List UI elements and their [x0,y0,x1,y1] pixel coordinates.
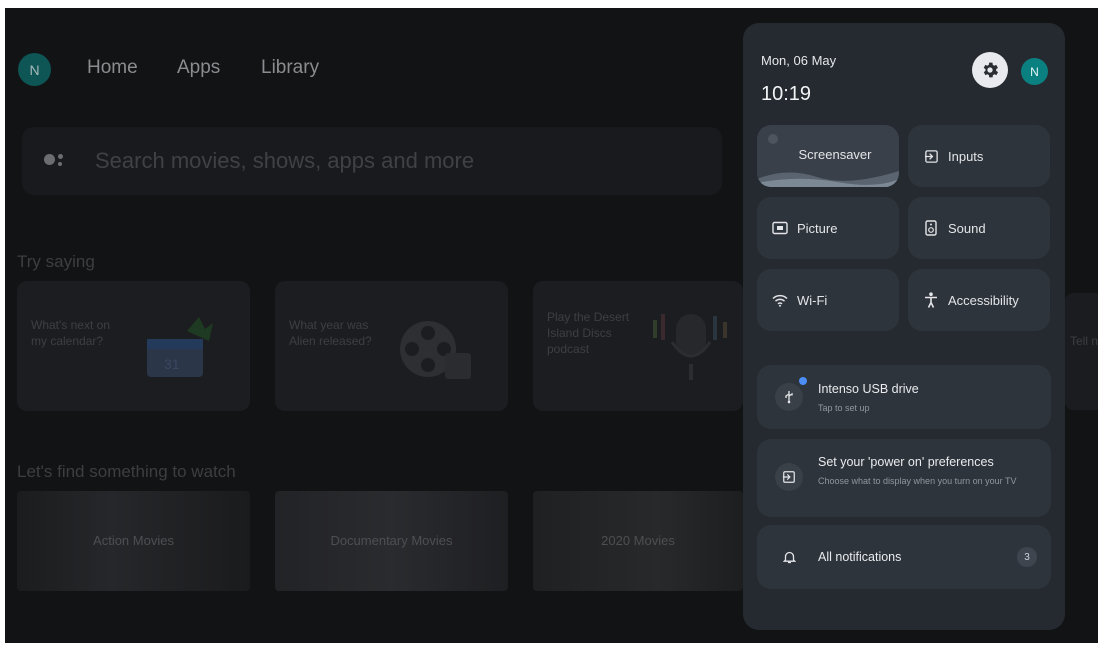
picture-tile[interactable]: Picture [757,197,899,259]
nav-apps[interactable]: Apps [177,57,220,79]
profile-avatar[interactable]: N [18,53,51,86]
power-on-preferences-card[interactable]: Set your 'power on' preferences Choose w… [757,439,1051,517]
screensaver-preview [757,171,899,187]
google-assistant-icon [44,151,70,171]
suggestion-text: What's next on my calendar? [31,318,110,348]
category-label: Action Movies [93,533,174,548]
search-bar[interactable]: Search movies, shows, apps and more [22,127,722,195]
tile-label: Sound [948,220,986,236]
category-card-documentary[interactable]: Documentary Movies [275,491,508,591]
picture-icon [771,219,789,237]
profile-avatar[interactable]: N [1021,58,1048,85]
suggestion-card-partial[interactable] [1065,293,1098,410]
speaker-icon [922,219,940,237]
avatar-letter: N [29,61,40,78]
clock: 10:19 [761,83,812,105]
category-label: 2020 Movies [601,533,675,548]
status-dot [768,134,778,144]
try-saying-heading: Try saying [17,252,95,271]
date-label: Mon, 06 May [761,53,837,68]
inputs-tile[interactable]: Inputs [908,125,1050,187]
accessibility-tile[interactable]: Accessibility [908,269,1050,331]
notification-subtitle: Tap to set up [818,403,870,413]
new-badge-dot [799,377,807,385]
suggestion-text: Play the Desert Island Discs podcast [547,310,630,356]
tile-label: Wi-Fi [797,292,828,308]
suggestion-text-partial: Tell n [1070,334,1098,348]
gear-icon [983,62,999,78]
screensaver-tile[interactable]: Screensaver [757,125,899,187]
nav-home[interactable]: Home [87,57,138,79]
tile-label: Inputs [948,148,984,164]
category-label: Documentary Movies [330,533,453,548]
tile-label: Accessibility [948,292,1019,308]
svg-text:31: 31 [164,356,180,372]
search-placeholder: Search movies, shows, apps and more [95,148,475,173]
input-icon [922,147,940,165]
all-notifications-button[interactable]: All notifications 3 [757,525,1051,589]
category-card-action[interactable]: Action Movies [17,491,250,591]
calendar-icon: 31 [147,317,213,377]
input-icon [775,463,803,491]
settings-button[interactable] [972,52,1008,88]
microphone-icon [653,314,727,380]
tile-label: Screensaver [798,146,872,162]
card-subtitle: Choose what to display when you turn on … [818,476,1017,486]
wifi-icon [771,291,789,309]
suggestion-card-calendar[interactable]: What's next on my calendar? 31 [17,281,250,411]
bell-icon [775,543,803,571]
tile-label: Picture [797,220,838,236]
notification-count-badge: 3 [1017,547,1037,567]
watch-heading: Let's find something to watch [17,462,236,481]
accessibility-icon [922,291,940,309]
card-title: Set your 'power on' preferences [818,455,994,469]
notifications-label: All notifications [818,550,902,564]
wifi-tile[interactable]: Wi-Fi [757,269,899,331]
nav-library[interactable]: Library [261,57,319,79]
avatar-letter: N [1030,64,1039,79]
film-reel-icon [400,321,471,379]
category-card-2020[interactable]: 2020 Movies [533,491,743,591]
suggestion-text: What year was Alien released? [289,318,372,348]
notification-title: Intenso USB drive [818,382,919,396]
usb-icon [775,383,803,411]
usb-drive-notification[interactable]: Intenso USB drive Tap to set up [757,365,1051,429]
quick-settings-panel: Mon, 06 May 10:19 N Screensaver Inputs P… [743,23,1065,630]
suggestion-card-alien[interactable]: What year was Alien released? [275,281,508,411]
sound-tile[interactable]: Sound [908,197,1050,259]
suggestion-card-podcast[interactable]: Play the Desert Island Discs podcast [533,281,743,411]
